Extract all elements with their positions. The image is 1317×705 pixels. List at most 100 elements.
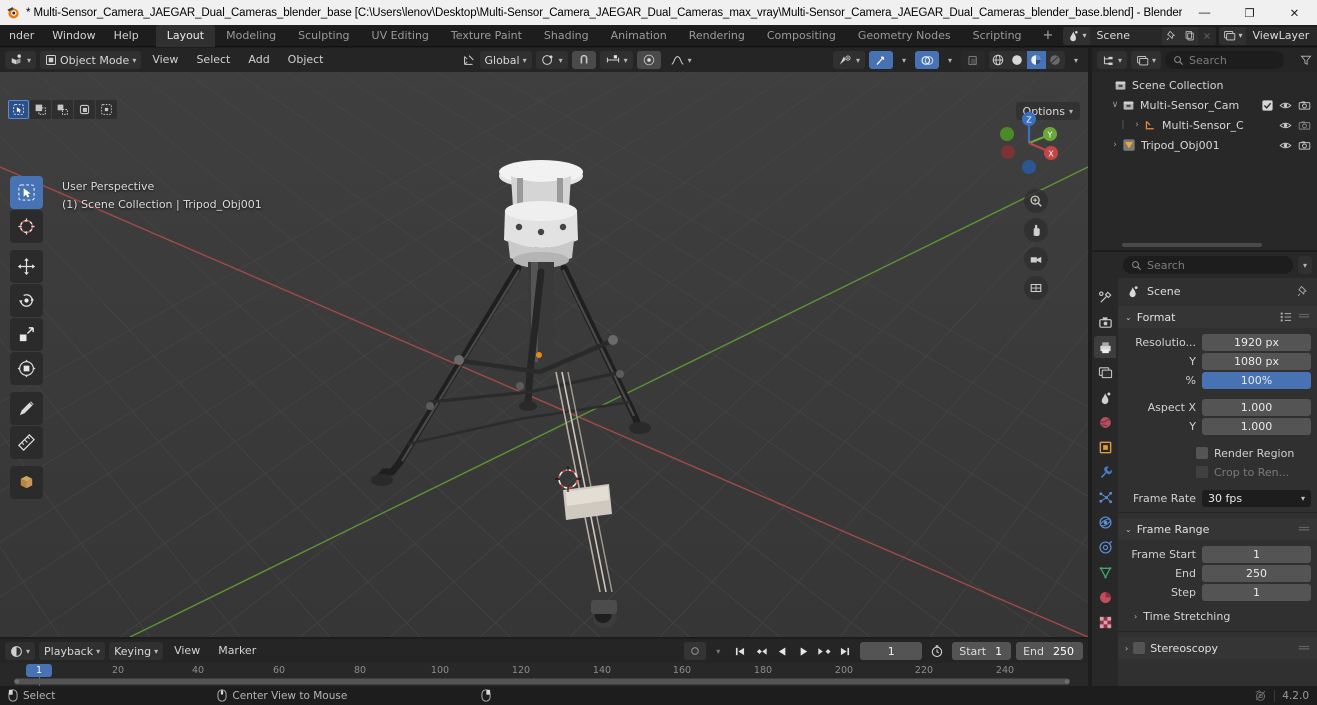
- tool-scale[interactable]: [10, 318, 43, 351]
- scene-name-field[interactable]: Scene: [1090, 26, 1163, 45]
- row-aspect-x[interactable]: Aspect X 1.000: [1118, 398, 1311, 416]
- add-workspace-button[interactable]: +: [1033, 25, 1064, 47]
- timeline-menu-playback[interactable]: Playback ▾: [39, 642, 106, 660]
- outliner-filter-icon[interactable]: [1300, 54, 1312, 66]
- menu-window[interactable]: Window: [43, 25, 104, 47]
- keying-settings-dropdown[interactable]: ▾: [711, 642, 725, 660]
- panel-header-format[interactable]: ⌄ Format: [1118, 306, 1317, 328]
- shading-mode-group[interactable]: [988, 51, 1065, 69]
- tool-move[interactable]: [10, 250, 43, 283]
- preset-list-icon[interactable]: [1279, 311, 1293, 323]
- 3d-viewport[interactable]: ▾ Object Mode ▾ View Select Add Object G…: [0, 48, 1088, 637]
- use-preview-range-icon[interactable]: [927, 644, 947, 658]
- outliner-tree[interactable]: Scene Collection ∨ Multi-Sensor_Cam | › …: [1092, 72, 1317, 158]
- checkbox-stereoscopy[interactable]: [1133, 642, 1146, 654]
- new-scene-icon[interactable]: [1180, 26, 1199, 45]
- pin-scene-icon[interactable]: [1162, 26, 1181, 45]
- scene-selector[interactable]: ▾ Scene: [1063, 26, 1217, 45]
- checkbox-crop-to-render-region[interactable]: [1196, 466, 1208, 478]
- checkbox-render-region[interactable]: [1196, 447, 1208, 459]
- properties-tab-texture[interactable]: [1094, 611, 1116, 633]
- viewport-toolbar[interactable]: [10, 176, 43, 499]
- timeline-menu-view[interactable]: View: [167, 642, 207, 660]
- field-frame-start[interactable]: 1: [1202, 545, 1311, 563]
- menu-render[interactable]: nder: [0, 25, 43, 47]
- jump-to-start-button[interactable]: [730, 642, 750, 660]
- outliner-editor[interactable]: ▾ ▾ Search Scene Collection ∨ Multi-Sens…: [1092, 48, 1317, 250]
- camera-render-icon[interactable]: [1298, 139, 1311, 152]
- viewport-nav-buttons[interactable]: [1024, 189, 1048, 300]
- previous-keyframe-button[interactable]: [751, 642, 771, 660]
- twisty[interactable]: ›: [1108, 140, 1122, 150]
- tool-measure[interactable]: [10, 426, 43, 459]
- workspace-tab-rendering[interactable]: Rendering: [678, 25, 756, 47]
- proportional-falloff-dropdown[interactable]: ▾: [665, 51, 697, 69]
- workspace-tab-scripting[interactable]: Scripting: [962, 25, 1033, 47]
- properties-tab-output[interactable]: [1094, 336, 1116, 358]
- unlink-scene-icon[interactable]: [1198, 26, 1217, 45]
- timeline-ruler[interactable]: 20 40 60 80 100 120 140 160 180 200 220 …: [0, 663, 1088, 686]
- outliner-row-multi-sensor-object[interactable]: | › Multi-Sensor_C: [1092, 115, 1317, 135]
- row-frame-rate[interactable]: Frame Rate 30 fps ▾: [1118, 489, 1311, 507]
- zoom-view-icon[interactable]: [1024, 189, 1048, 213]
- eye-icon[interactable]: [1279, 99, 1292, 112]
- properties-tab-constraints[interactable]: [1094, 536, 1116, 558]
- properties-tab-render[interactable]: [1094, 311, 1116, 333]
- row-resolution-x[interactable]: Resolutio... 1920 px: [1118, 333, 1311, 351]
- gizmo-settings-dropdown[interactable]: ▾: [897, 51, 911, 69]
- properties-options-dropdown[interactable]: ▾: [1297, 256, 1312, 274]
- shading-solid-button[interactable]: [1008, 51, 1027, 69]
- outliner-row-scene-collection[interactable]: Scene Collection: [1092, 75, 1317, 95]
- workspace-tab-geometry-nodes[interactable]: Geometry Nodes: [847, 25, 962, 47]
- outliner-editor-type-button[interactable]: ▾: [1097, 51, 1128, 69]
- workspace-tab-animation[interactable]: Animation: [600, 25, 678, 47]
- tool-rotate[interactable]: [10, 284, 43, 317]
- row-frame-end[interactable]: End 250: [1118, 564, 1311, 582]
- row-crop-to-render-region[interactable]: Crop to Ren...: [1118, 463, 1311, 481]
- panel-header-stereoscopy[interactable]: › Stereoscopy: [1118, 637, 1317, 659]
- properties-tab-view-layer[interactable]: [1094, 361, 1116, 383]
- next-keyframe-button[interactable]: [814, 642, 834, 660]
- camera-render-icon[interactable]: [1298, 99, 1311, 112]
- move-view-icon[interactable]: [1024, 218, 1048, 242]
- show-overlays-toggle[interactable]: [914, 51, 939, 69]
- timeline-menu-marker[interactable]: Marker: [211, 642, 263, 660]
- row-resolution-percent[interactable]: % 100%: [1118, 371, 1311, 389]
- editor-type-button[interactable]: ▾: [5, 51, 37, 69]
- pin-id-icon[interactable]: [1297, 285, 1309, 297]
- overlay-settings-dropdown[interactable]: ▾: [943, 51, 957, 69]
- row-render-region[interactable]: Render Region: [1118, 444, 1311, 462]
- shading-wireframe-button[interactable]: [989, 51, 1008, 69]
- frame-start-field[interactable]: Start 1: [952, 642, 1012, 660]
- row-resolution-y[interactable]: Y 1080 px: [1118, 352, 1311, 370]
- tool-transform[interactable]: [10, 352, 43, 385]
- row-frame-step[interactable]: Step 1: [1118, 583, 1311, 601]
- outliner-row-multi-sensor-collection[interactable]: ∨ Multi-Sensor_Cam: [1092, 95, 1317, 115]
- outliner-scrollbar[interactable]: [1122, 243, 1262, 247]
- pivot-point-dropdown[interactable]: ▾: [535, 51, 568, 69]
- shading-material-preview-button[interactable]: [1026, 51, 1046, 69]
- maximize-button[interactable]: ❐: [1227, 0, 1272, 25]
- viewport-menu-add[interactable]: Add: [241, 51, 276, 69]
- row-frame-start[interactable]: Frame Start 1: [1118, 545, 1311, 563]
- twisty[interactable]: ∨: [1108, 100, 1122, 110]
- timeline-editor-type-button[interactable]: ▾: [5, 642, 36, 660]
- panel-header-frame-range[interactable]: ⌄ Frame Range: [1118, 518, 1317, 540]
- lasso-select-icon[interactable]: [74, 100, 95, 119]
- properties-tab-column[interactable]: [1092, 252, 1118, 686]
- checkbox-exclude[interactable]: [1262, 99, 1273, 111]
- shading-settings-dropdown[interactable]: ▾: [1069, 51, 1083, 69]
- properties-tab-object-data[interactable]: [1094, 561, 1116, 583]
- properties-tab-object[interactable]: [1094, 436, 1116, 458]
- viewlayer-browse-icon[interactable]: ▾: [1219, 26, 1247, 45]
- outliner-search-input[interactable]: Search: [1165, 51, 1284, 69]
- current-frame-field[interactable]: 1: [860, 642, 923, 660]
- viewlayer-name-field[interactable]: ViewLayer: [1246, 26, 1317, 45]
- object-visibility-dropdown[interactable]: ▾: [832, 51, 865, 69]
- properties-tab-physics[interactable]: [1094, 511, 1116, 533]
- workspace-tab-shading[interactable]: Shading: [533, 25, 600, 47]
- tool-annotate[interactable]: [10, 392, 43, 425]
- panel-header-time-stretching[interactable]: › Time Stretching: [1118, 606, 1317, 626]
- workspace-tab-layout[interactable]: Layout: [155, 24, 216, 47]
- dropdown-frame-rate[interactable]: 30 fps ▾: [1202, 489, 1311, 507]
